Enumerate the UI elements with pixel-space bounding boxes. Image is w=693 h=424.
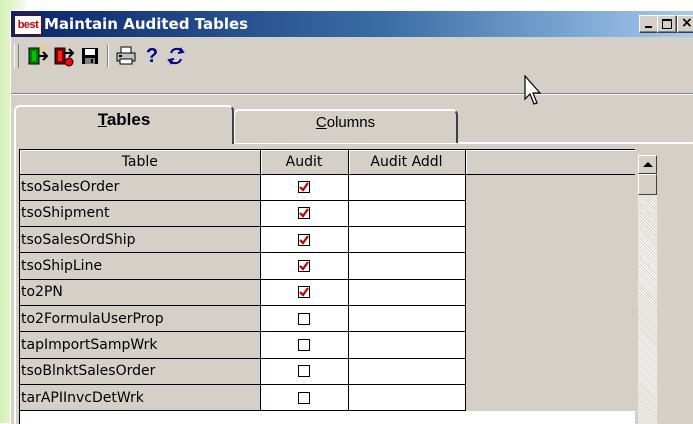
add-icon (28, 45, 49, 65)
minimize-icon (645, 26, 652, 28)
toolbar: ? (11, 37, 693, 93)
app-window: best Maintain Audited Tables × ? Tables … (10, 10, 693, 424)
minimize-button[interactable] (639, 15, 659, 33)
tab-columns-label: olumns (326, 114, 376, 131)
toolbar-divider (11, 93, 693, 95)
save-icon (82, 48, 98, 64)
tab-tables-label: ables (106, 110, 151, 129)
tab-columns-mnemonic: C (315, 114, 327, 131)
window-title: Maintain Audited Tables (44, 15, 249, 33)
title-bar[interactable]: best Maintain Audited Tables × (11, 11, 693, 37)
maximize-button[interactable] (657, 15, 677, 33)
save-button[interactable] (78, 43, 102, 69)
app-logo-icon: best (14, 15, 42, 35)
delete-button[interactable] (52, 43, 76, 69)
maximize-icon (662, 19, 672, 29)
toolbar-separator (107, 45, 109, 67)
mouse-cursor-icon (524, 74, 546, 113)
tab-columns[interactable]: Columns (233, 109, 458, 143)
print-button[interactable] (114, 43, 138, 69)
help-button[interactable]: ? (140, 43, 164, 69)
close-icon: × (681, 15, 693, 31)
add-button[interactable] (26, 43, 50, 69)
tab-tables-mnemonic: T (97, 110, 107, 129)
refresh-icon (167, 47, 185, 65)
print-icon (116, 46, 136, 65)
delete-icon (54, 47, 75, 67)
help-icon: ? (145, 45, 159, 67)
toolbar-grip[interactable] (14, 44, 19, 68)
tab-panel (14, 142, 693, 424)
refresh-button[interactable] (164, 43, 188, 69)
tab-tables[interactable]: Tables (14, 105, 234, 144)
close-button[interactable]: × (677, 15, 693, 33)
